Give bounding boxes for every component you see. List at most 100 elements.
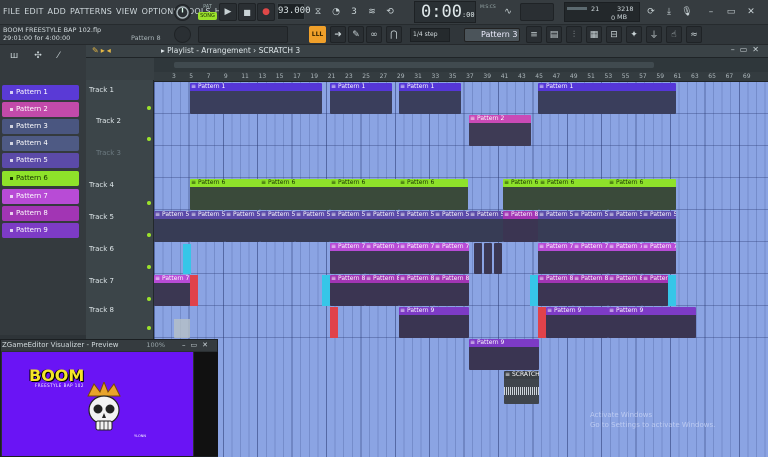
pattern-item-2[interactable]: Pattern 2 [2,102,79,117]
channel-rack-icon[interactable]: ≡ [526,26,542,43]
clip-pattern-6[interactable]: Pattern 6 [539,179,608,210]
clip-pattern-7-slice[interactable] [474,243,482,274]
fx-clip[interactable] [538,307,546,338]
clip-pattern-5[interactable]: Pattern 5 [154,211,190,242]
plugin-list-icon[interactable]: ✣ [34,51,42,61]
brush-icon[interactable]: ⁄ [58,51,60,61]
fx-clip[interactable] [530,275,538,306]
link-icon[interactable]: ∞ [366,26,382,43]
overview-scroll-strip[interactable] [174,62,654,68]
browser-icon[interactable]: ⊟ [606,26,622,43]
track-mute-led[interactable] [147,106,151,110]
clip-pattern-7[interactable]: Pattern 7 [573,243,608,274]
fx-clip[interactable] [190,275,198,306]
snap-mode-button[interactable]: LLL [309,26,326,43]
pencil-icon[interactable]: ✎ [348,26,364,43]
clip-pattern-5[interactable]: Pattern 5 [538,211,573,242]
clip-pattern-7[interactable]: Pattern 7 [434,243,469,274]
pattern-item-4[interactable]: Pattern 4 [2,136,79,151]
clip-pattern-1[interactable]: Pattern 1 [399,83,461,114]
clip-pattern-6[interactable]: Pattern 6 [503,179,539,210]
wave-icon[interactable]: ≈ [686,26,702,43]
clip-pattern-6[interactable]: Pattern 6 [608,179,676,210]
track-mute-led[interactable] [147,265,151,269]
track-header-7[interactable]: Track 7 [89,277,153,301]
track-mute-led[interactable] [147,201,151,205]
clip-pattern-5[interactable]: Pattern 5 [469,211,503,242]
clip-pattern-8[interactable]: Pattern 8 [330,275,365,306]
playlist-tool-icons[interactable]: ✎▸◂ [92,46,113,55]
menu-add[interactable]: ADD [48,7,66,16]
touch-icon[interactable]: ☝ [666,26,682,43]
clip-scratch[interactable]: SCRATCH [504,371,539,404]
clip-pattern-1[interactable]: Pattern 1 [538,83,676,114]
playlist-overview[interactable] [154,58,768,72]
minimize-icon[interactable]: – [704,3,718,21]
clip-pattern-5[interactable]: Pattern 5 [399,211,434,242]
clip-pattern-5[interactable]: Pattern 5 [295,211,330,242]
playlist-icon[interactable]: ▦ [586,26,602,43]
clip-pattern-7-slice[interactable] [484,243,492,274]
track-header-6[interactable]: Track 6 [89,245,153,269]
pattern-selector[interactable]: Pattern 3 [464,28,520,42]
clip-pattern-6[interactable]: Pattern 6 [260,179,330,210]
clip-pattern-8[interactable]: Pattern 8 [434,275,469,306]
track-header-8[interactable]: Track 8 [89,306,153,330]
master-volume-knob[interactable] [174,4,191,21]
clip-pattern-6[interactable]: Pattern 6 [190,179,260,210]
clip-pattern-5[interactable]: Pattern 5 [260,211,295,242]
countdown-button[interactable]: 3 [346,3,362,21]
preview-titlebar[interactable]: ZGameEditor Visualizer - Preview 100% –▭… [1,340,217,351]
pattern-list-icon[interactable]: ш [10,51,18,61]
clip-pattern-1[interactable]: Pattern 1 [190,83,322,114]
clip-pattern-7[interactable]: Pattern 7 [642,243,676,274]
clip-pattern-9[interactable]: Pattern 9 [608,307,696,338]
clip-pattern-9[interactable]: Pattern 9 [399,307,469,338]
clip-pattern-8[interactable]: Pattern 8 [642,275,668,306]
clip-pattern-8[interactable]: Pattern 8 [608,275,642,306]
track-header-2[interactable]: Track 2 [96,117,160,141]
pattern-song-switch[interactable]: PAT SONG [198,4,217,21]
pitch-knob[interactable] [174,26,191,43]
pattern-item-9[interactable]: Pattern 9 [2,223,79,238]
blend-notes-button[interactable]: ≋ [364,3,380,21]
time-ruler[interactable]: 3 5 7 9 11 13 15 17 19 21 23 25 27 29 31 33 35 37 39 41 43 45… [154,72,768,82]
menu-patterns[interactable]: PATTERNS [70,7,112,16]
fx-clip[interactable] [330,307,338,338]
menu-file[interactable]: FILE [3,7,20,16]
arrangement-name[interactable]: SCRATCH 3 [259,46,301,55]
tempo-display[interactable]: 93.000 [277,3,311,20]
pattern-item-3[interactable]: Pattern 3 [2,119,79,134]
refresh-icon[interactable]: ⟳ [644,3,658,21]
microphone-icon[interactable]: 🎙 [680,3,694,21]
clip-pattern-8[interactable]: Pattern 8 [573,275,608,306]
clip-pattern-5[interactable]: Pattern 5 [225,211,260,242]
visualizer-preview-window[interactable]: ZGameEditor Visualizer - Preview 100% –▭… [0,339,218,457]
track-mute-led[interactable] [147,137,151,141]
track-header-1[interactable]: Track 1 [89,86,153,110]
pattern-item-5[interactable]: Pattern 5 [2,153,79,168]
fx-clip[interactable] [322,275,330,306]
track-header-3[interactable]: Track 3 [96,149,160,157]
clip-pattern-7[interactable]: Pattern 7 [154,275,190,306]
clip-pattern-5[interactable]: Pattern 5 [608,211,642,242]
clip-pattern-7[interactable]: Pattern 7 [330,243,365,274]
clip-pattern-6[interactable]: Pattern 6 [399,179,468,210]
track-mute-led[interactable] [147,326,151,330]
plugin-icon[interactable]: ✦ [626,26,642,43]
stop-button[interactable]: ■ [238,3,256,21]
clip-pattern-7[interactable]: Pattern 7 [538,243,573,274]
track-header-5[interactable]: Track 5 [89,213,153,237]
preview-zoom[interactable]: 100% [146,340,165,351]
close-icon[interactable]: ✕ [744,3,758,21]
clip-pattern-1[interactable]: Pattern 1 [330,83,392,114]
track-mute-led[interactable] [147,233,151,237]
fx-clip[interactable] [183,244,191,274]
pattern-item-7[interactable]: Pattern 7 [2,189,79,204]
clip-pattern-2[interactable]: Pattern 2 [469,115,531,146]
arrow-right-icon[interactable]: ➜ [330,26,346,43]
record-button[interactable]: ● [257,3,275,21]
mixer-icon[interactable]: ⫶ [566,26,582,43]
clip-pattern-7-slice[interactable] [494,243,502,274]
metronome-button[interactable]: ⧖ [310,3,326,21]
